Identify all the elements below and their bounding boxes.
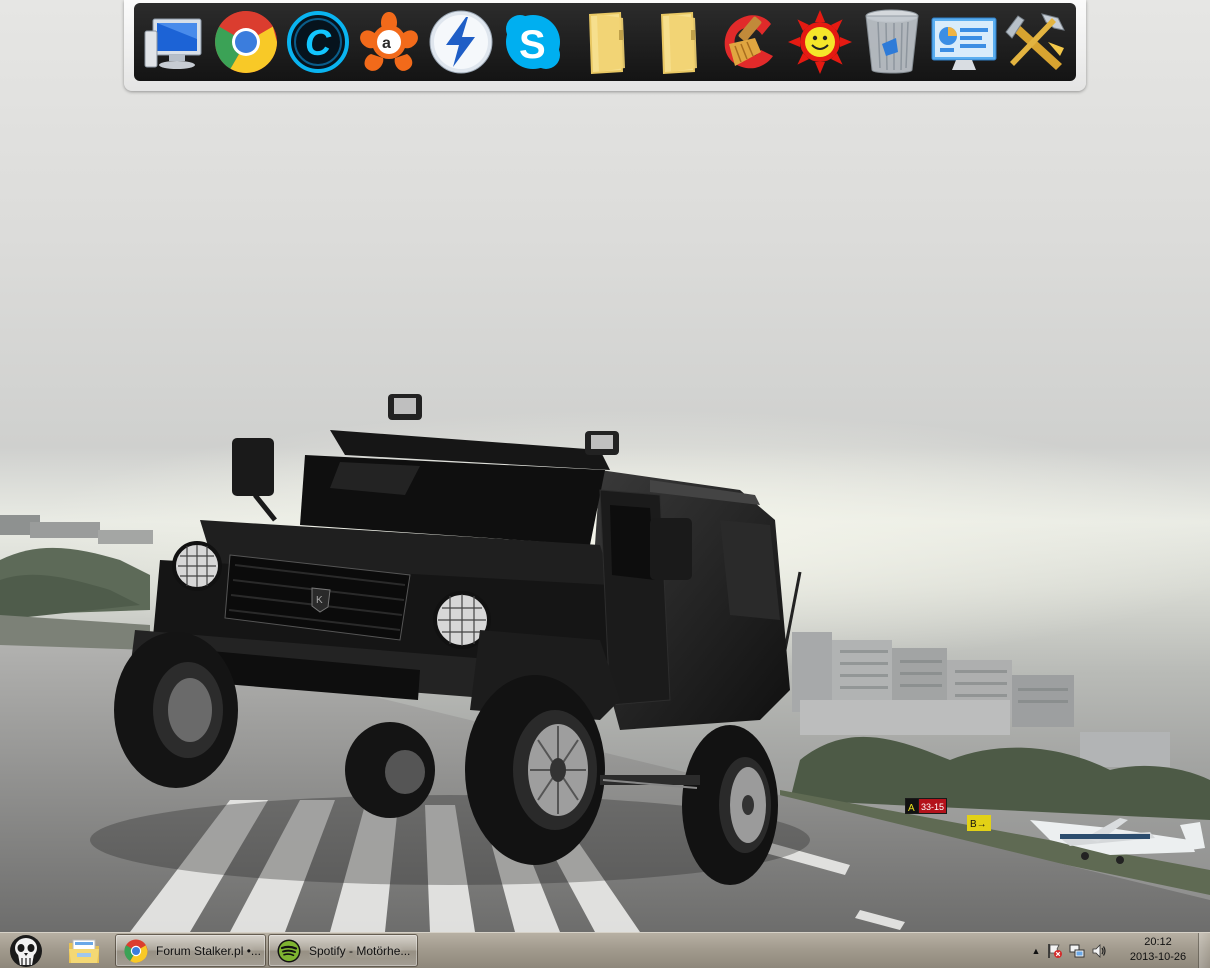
sun-smiley-icon[interactable] <box>786 8 854 76</box>
cyberlink-icon[interactable]: C <box>284 8 352 76</box>
task-label: Spotify - Motörhe... <box>309 943 411 958</box>
wallpaper: A 33-15 B→ K <box>0 394 1210 932</box>
chrome-icon <box>124 939 148 963</box>
network-icon[interactable] <box>1066 941 1088 961</box>
task-label: Forum Stalker.pl •... <box>156 943 261 958</box>
daemon-tools-icon[interactable] <box>427 8 495 76</box>
show-desktop-button[interactable] <box>1198 933 1210 968</box>
control-panel-icon[interactable] <box>930 8 998 76</box>
right-buildings <box>790 632 1210 820</box>
spotify-icon <box>277 939 301 962</box>
start-button[interactable] <box>4 934 48 968</box>
grille-badge-text: K <box>316 595 323 606</box>
tools-icon[interactable] <box>1002 8 1070 76</box>
punisher-skull-icon <box>10 935 42 967</box>
action-center-flag-icon[interactable] <box>1044 941 1066 961</box>
taskbar: Forum Stalker.pl •... Spotify - Motörhe.… <box>0 932 1210 968</box>
taskbar-button-spotify[interactable]: Spotify - Motörhe... <box>268 934 418 967</box>
wheel-rear-right <box>682 725 778 885</box>
left-buildings <box>0 515 153 620</box>
clock-date: 2013-10-26 <box>1129 951 1187 963</box>
explorer-pinned-button[interactable] <box>60 934 108 967</box>
skype-letter: S <box>519 23 546 67</box>
avast-icon[interactable]: a <box>355 8 423 76</box>
dock: C a S <box>134 3 1076 81</box>
volume-icon[interactable] <box>1088 941 1110 961</box>
wheel-rear-left <box>345 722 435 818</box>
taskbar-button-chrome[interactable]: Forum Stalker.pl •... <box>115 934 266 967</box>
ccleaner-icon[interactable] <box>715 8 783 76</box>
show-hidden-icons-button[interactable]: ▲ <box>1028 941 1044 961</box>
desktop: A 33-15 B→ K C a S <box>0 0 1210 932</box>
library-folder-icon <box>69 939 99 963</box>
chrome-icon[interactable] <box>212 8 280 76</box>
folder-icon[interactable] <box>643 8 711 76</box>
system-tray: ▲ <box>1028 933 1110 968</box>
svg-text:a: a <box>382 35 391 52</box>
cyberlink-letter: C <box>305 22 332 63</box>
computer-icon[interactable] <box>140 8 208 76</box>
sign-c-text: B→ <box>970 819 987 830</box>
sign-b-text: 33-15 <box>921 802 944 812</box>
sign-a-text: A <box>908 803 915 814</box>
clock-time: 20:12 <box>1144 936 1172 948</box>
wheel-front-right <box>465 675 605 865</box>
recycle-bin-icon[interactable] <box>858 8 926 76</box>
skype-icon[interactable]: S <box>499 8 567 76</box>
folder-icon[interactable] <box>571 8 639 76</box>
clock[interactable]: 20:12 2013-10-26 <box>1122 935 1194 967</box>
wheel-front-left <box>114 632 238 788</box>
